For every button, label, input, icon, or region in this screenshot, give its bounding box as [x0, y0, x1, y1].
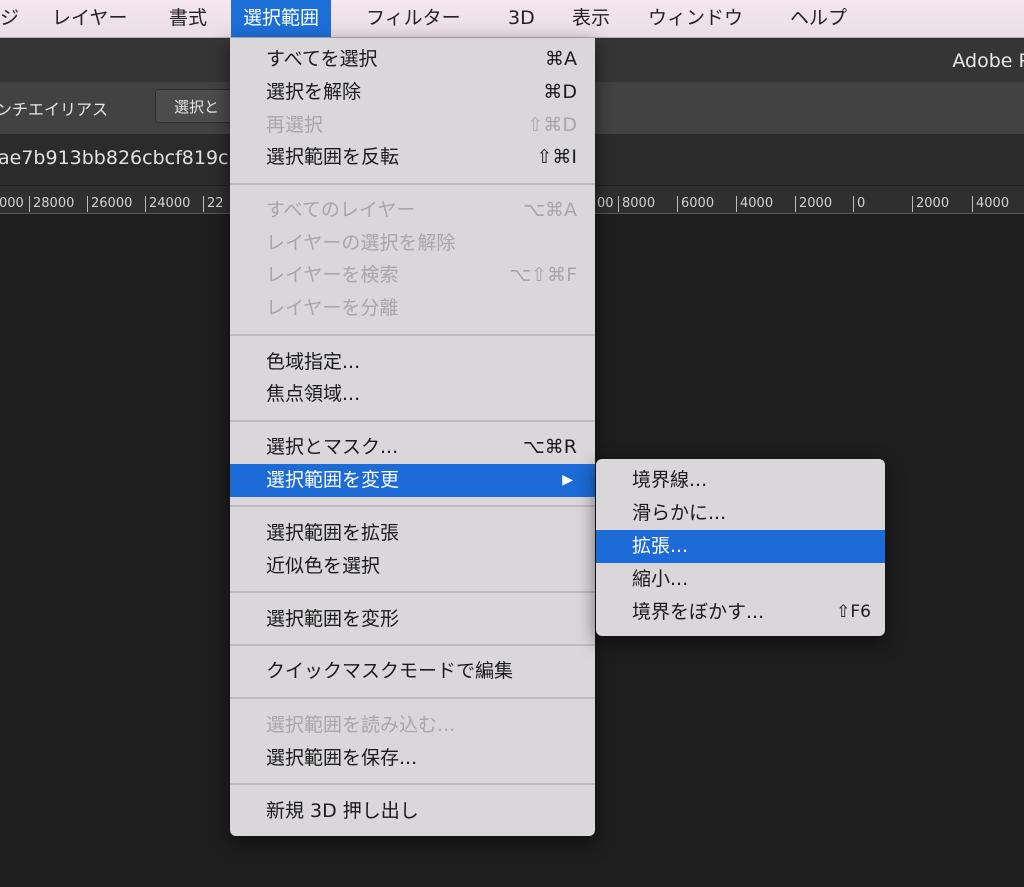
ruler-tick: 0	[853, 196, 865, 212]
menu-item-inverse[interactable]: 選択範囲を反転 ⇧⌘I	[230, 141, 595, 174]
menu-item-label: クイックマスクモードで編集	[266, 660, 514, 682]
menu-item-label: 選択範囲を変形	[266, 608, 400, 630]
ruler-tick: 28000	[29, 196, 74, 212]
menu-item-label: 選択範囲を保存...	[266, 747, 418, 769]
submenu-item-label: 境界線...	[632, 469, 708, 491]
shortcut-label: ⌥⇧⌘F	[509, 264, 577, 286]
menu-item-deselect-layers: レイヤーの選択を解除	[230, 227, 595, 260]
ruler-tick: 4000	[972, 196, 1009, 212]
menu-item-label: レイヤーの選択を解除	[266, 232, 456, 254]
submenu-item-feather[interactable]: 境界をぼかす... ⇧F6	[596, 596, 885, 629]
shortcut-label: ⌘A	[545, 48, 577, 70]
shortcut-label: ⌥⌘R	[522, 436, 577, 458]
ruler-tick: 22	[203, 196, 224, 212]
menu-item-label: レイヤーを検索	[266, 264, 399, 286]
menu-item-label: 近似色を選択	[266, 555, 381, 577]
menu-item-reselect: 再選択 ⇧⌘D	[230, 109, 595, 142]
ruler-tick: 4000	[736, 196, 773, 212]
submenu-arrow-icon: ▶	[562, 472, 573, 488]
menu-separator	[230, 183, 595, 185]
menu-item-label: すべてを選択	[266, 48, 378, 70]
ruler-tick: 00	[597, 196, 614, 211]
app-title: Adobe P	[952, 50, 1024, 72]
menu-item-new-3d-extrusion[interactable]: 新規 3D 押し出し	[230, 795, 595, 828]
menu-item-all-layers: すべてのレイヤー ⌥⌘A	[230, 194, 595, 227]
antialias-checkbox-label[interactable]: ンチエイリアス	[0, 96, 108, 120]
menu-item-label: すべてのレイヤー	[266, 199, 416, 221]
menu-item-label: 選択範囲を変更	[266, 469, 400, 491]
menu-item-label: 選択範囲を反転	[266, 146, 400, 168]
shortcut-label: ⌥⌘A	[523, 199, 577, 221]
submenu-item-border[interactable]: 境界線...	[596, 464, 885, 497]
ruler-tick: 6000	[677, 196, 714, 212]
menu-item-save-selection[interactable]: 選択範囲を保存...	[230, 742, 595, 775]
menu-item-transform-selection[interactable]: 選択範囲を変形	[230, 603, 595, 636]
menubar-item-select[interactable]: 選択範囲	[231, 0, 332, 37]
menu-item-label: 色域指定...	[266, 351, 361, 373]
shortcut-label: ⇧⌘D	[527, 114, 577, 136]
menu-bar: ジ レイヤー 書式 選択範囲 フィルター 3D 表示 ウィンドウ ヘルプ	[0, 0, 1024, 38]
shortcut-label: ⇧F6	[836, 602, 871, 622]
menu-item-quick-mask[interactable]: クイックマスクモードで編集	[230, 655, 595, 688]
menu-separator	[230, 420, 595, 422]
document-tab[interactable]: ae7b913bb826cbcf819c	[0, 147, 229, 169]
menubar-item-filter[interactable]: フィルター	[354, 0, 473, 37]
menubar-item-window[interactable]: ウィンドウ	[636, 0, 755, 37]
menubar-item-image[interactable]: ジ	[0, 0, 31, 37]
menu-separator	[230, 334, 595, 336]
ruler-tick: 000	[0, 196, 24, 211]
ruler-tick: 24000	[145, 196, 190, 212]
menubar-item-type[interactable]: 書式	[157, 0, 219, 37]
menu-item-focus-area[interactable]: 焦点領域...	[230, 378, 595, 411]
submenu-item-expand[interactable]: 拡張...	[596, 530, 885, 563]
menu-separator	[230, 697, 595, 699]
menu-item-deselect[interactable]: 選択を解除 ⌘D	[230, 76, 595, 109]
menu-separator	[230, 644, 595, 646]
submenu-item-label: 境界をぼかす...	[632, 601, 765, 623]
menu-item-select-all[interactable]: すべてを選択 ⌘A	[230, 43, 595, 76]
submenu-item-label: 滑らかに...	[632, 502, 727, 524]
modify-submenu: 境界線... 滑らかに... 拡張... 縮小... 境界をぼかす... ⇧F6	[596, 459, 885, 636]
submenu-item-contract[interactable]: 縮小...	[596, 563, 885, 596]
menubar-item-layer[interactable]: レイヤー	[40, 0, 139, 37]
menu-item-label: 選択範囲を拡張	[266, 522, 400, 544]
menu-separator	[230, 783, 595, 785]
menubar-item-3d[interactable]: 3D	[496, 0, 547, 37]
menu-item-similar[interactable]: 近似色を選択	[230, 550, 595, 583]
shortcut-label: ⇧⌘I	[536, 146, 577, 168]
menu-item-label: 選択を解除	[266, 81, 362, 103]
menu-item-grow[interactable]: 選択範囲を拡張	[230, 517, 595, 550]
ruler-tick: 8000	[618, 196, 655, 212]
menu-separator	[230, 505, 595, 507]
menu-item-load-selection: 選択範囲を読み込む...	[230, 709, 595, 742]
shortcut-label: ⌘D	[543, 81, 577, 103]
menu-separator	[230, 591, 595, 593]
menu-item-modify[interactable]: 選択範囲を変更 ▶	[230, 464, 595, 497]
menu-item-label: 選択とマスク...	[266, 436, 399, 458]
submenu-item-label: 縮小...	[632, 568, 689, 590]
menubar-item-help[interactable]: ヘルプ	[778, 0, 859, 37]
menu-item-color-range[interactable]: 色域指定...	[230, 346, 595, 379]
menu-item-find-layers: レイヤーを検索 ⌥⇧⌘F	[230, 259, 595, 292]
menu-item-label: 焦点領域...	[266, 383, 361, 405]
submenu-item-smooth[interactable]: 滑らかに...	[596, 497, 885, 530]
ruler-tick: 2000	[912, 196, 949, 212]
ruler-tick: 26000	[87, 196, 132, 212]
menu-item-label: 再選択	[266, 114, 324, 136]
menu-item-isolate-layers: レイヤーを分離	[230, 292, 595, 325]
ruler-tick: 2000	[795, 196, 832, 212]
menubar-item-view[interactable]: 表示	[560, 0, 622, 37]
select-menu-dropdown: すべてを選択 ⌘A 選択を解除 ⌘D 再選択 ⇧⌘D 選択範囲を反転 ⇧⌘I すべてのレ…	[230, 38, 595, 836]
submenu-item-label: 拡張...	[632, 535, 689, 557]
menu-item-label: 選択範囲を読み込む...	[266, 714, 456, 736]
menu-item-select-and-mask[interactable]: 選択とマスク... ⌥⌘R	[230, 431, 595, 464]
menu-item-label: 新規 3D 押し出し	[266, 800, 419, 822]
menu-item-label: レイヤーを分離	[266, 297, 399, 319]
